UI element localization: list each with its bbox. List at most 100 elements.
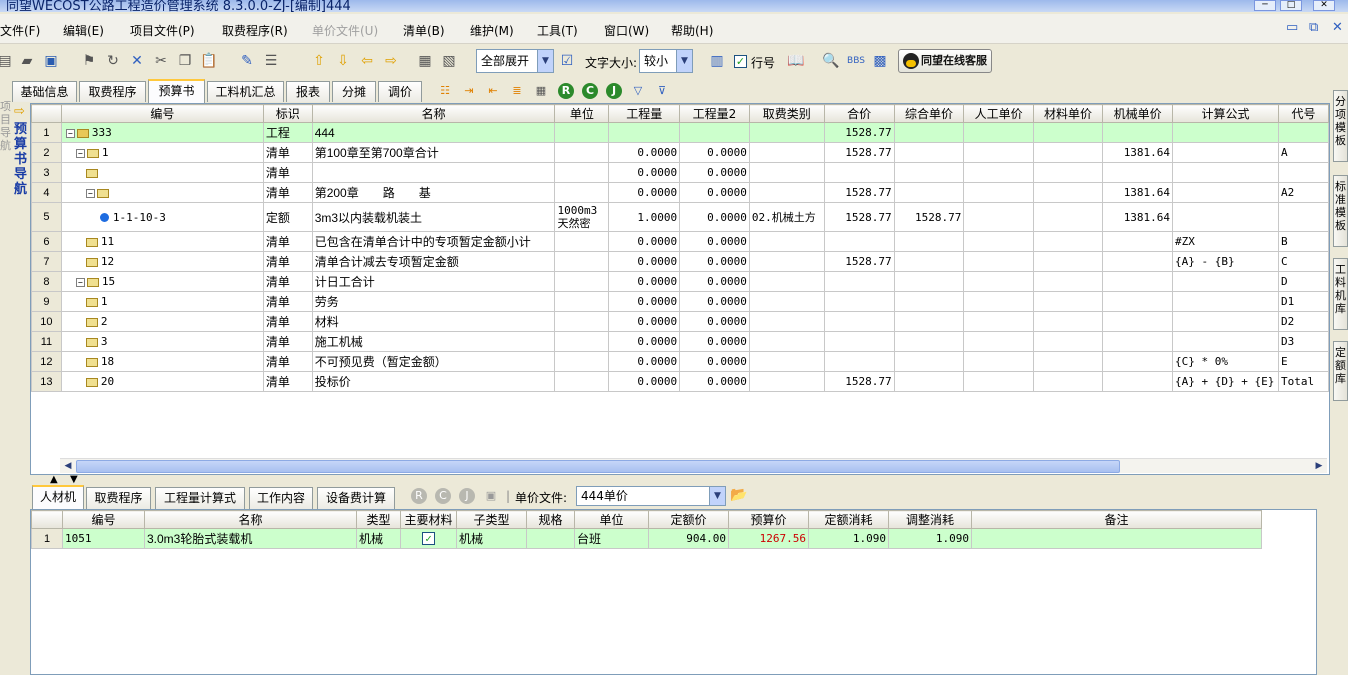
cell-qty2[interactable]: 0.0000 xyxy=(679,311,750,332)
table-row[interactable]: 6 11 清单 已包含在清单合计中的专项暂定金额小计 0.0000 0.0000 #ZX B xyxy=(31,231,1329,252)
cell-formula[interactable]: {C} * 0% xyxy=(1172,351,1280,372)
tree-icon[interactable]: ☷ xyxy=(437,83,453,99)
menu-maintain[interactable]: 维护(M) xyxy=(470,22,514,39)
res-col-code[interactable]: 编号 xyxy=(62,510,145,529)
cell-unit-price[interactable] xyxy=(893,331,965,352)
cell-fee-type[interactable] xyxy=(748,122,825,143)
cell-formula[interactable] xyxy=(1172,311,1280,332)
c-circle-icon[interactable]: C xyxy=(582,83,598,99)
mdi-minimize-icon[interactable]: ▭ xyxy=(1286,20,1298,35)
cut-icon[interactable]: ✂ xyxy=(152,52,170,70)
tab-fee-program[interactable]: 取费程序 xyxy=(79,81,146,102)
indent-left-icon[interactable]: ⇦ xyxy=(358,52,376,70)
cell-formula[interactable] xyxy=(1172,331,1280,352)
cell-machine-price[interactable]: 1381.64 xyxy=(1102,182,1174,203)
cell-total[interactable]: 1528.77 xyxy=(823,371,895,392)
cell-name[interactable]: 材料 xyxy=(311,311,556,332)
col-header-qty2[interactable]: 工程量2 xyxy=(679,104,750,123)
table-row[interactable]: 8 − 15 清单 计日工合计 0.0000 0.0000 D xyxy=(31,271,1329,292)
cell-cd[interactable] xyxy=(1278,162,1329,183)
r-circle-icon[interactable]: R xyxy=(558,83,574,99)
cell-material-price[interactable] xyxy=(1032,231,1104,252)
cell-formula[interactable]: #ZX xyxy=(1172,231,1280,252)
table-row[interactable]: 5 1-1-10-3 定额 3m3以内装载机装土 1000m3天然密 1.0000 0.00… xyxy=(31,202,1329,232)
cell-material-price[interactable] xyxy=(1032,351,1104,372)
main-material-checkbox[interactable]: ✓ xyxy=(422,532,435,545)
online-service-button[interactable]: 同望在线客服 xyxy=(898,49,992,73)
move-down-icon[interactable]: ⇩ xyxy=(334,52,352,70)
cell-machine-price[interactable] xyxy=(1102,122,1174,143)
cell-total[interactable]: 1528.77 xyxy=(823,202,895,232)
cell-unit[interactable] xyxy=(554,142,610,163)
c-gray-icon[interactable]: C xyxy=(435,488,451,504)
list-icon[interactable]: ☰ xyxy=(262,52,280,70)
cell-total[interactable] xyxy=(823,331,895,352)
cell-code[interactable]: 18 xyxy=(60,351,264,372)
col-header-material-price[interactable]: 材料单价 xyxy=(1032,104,1104,123)
cell-qty[interactable] xyxy=(608,122,681,143)
cell-name[interactable]: 3m3以内装载机装土 xyxy=(311,202,556,232)
cell-name[interactable]: 第100章至第700章合计 xyxy=(311,142,556,163)
cell-qty2[interactable] xyxy=(679,122,750,143)
cell-unit[interactable] xyxy=(554,331,610,352)
cell-total[interactable]: 1528.77 xyxy=(823,251,895,272)
cell-tag[interactable]: 清单 xyxy=(262,291,313,312)
cell-labor-price[interactable] xyxy=(963,271,1034,292)
col-header-total[interactable]: 合价 xyxy=(823,104,895,123)
tab-material-library[interactable]: 工料机库 xyxy=(1333,258,1348,330)
table-row[interactable]: 9 1 清单 劳务 0.0000 0.0000 D1 xyxy=(31,291,1329,312)
menu-unit-price-file[interactable]: 单价文件(U) xyxy=(312,22,378,39)
cell-total[interactable] xyxy=(823,271,895,292)
cell-formula[interactable]: {A} - {B} xyxy=(1172,251,1280,272)
cell-qty[interactable]: 0.0000 xyxy=(608,351,681,372)
tab-equipment-cost[interactable]: 设备费计算 xyxy=(317,487,395,509)
cell-code[interactable]: 3 xyxy=(60,331,264,352)
cell-qty[interactable]: 0.0000 xyxy=(608,231,681,252)
budget-grid[interactable]: 编号 标识 名称 单位 工程量 工程量2 取费类别 合价 综合单价 人工单价 材… xyxy=(30,103,1330,475)
cell-labor-price[interactable] xyxy=(963,291,1034,312)
cell-tag[interactable]: 清单 xyxy=(262,311,313,332)
cell-machine-price[interactable] xyxy=(1102,291,1174,312)
menu-edit[interactable]: 编辑(E) xyxy=(63,22,104,39)
tab-budget-book[interactable]: 预算书 xyxy=(148,79,205,103)
cell-unit-price[interactable] xyxy=(893,142,965,163)
col-header-unit[interactable]: 单位 xyxy=(554,104,610,123)
row-number[interactable]: 7 xyxy=(31,251,62,272)
report-icon[interactable]: ▧ xyxy=(440,52,458,70)
cell-code[interactable]: 11 xyxy=(60,231,264,252)
cell-unit-price[interactable] xyxy=(893,162,965,183)
cell-qty2[interactable]: 0.0000 xyxy=(679,371,750,392)
insert-row-icon[interactable]: ⇥ xyxy=(461,83,477,99)
budget-navigation-panel[interactable]: ⇨ 预算书导航 项目导航 xyxy=(0,100,30,200)
menu-help[interactable]: 帮助(H) xyxy=(671,22,713,39)
cell-tag[interactable]: 清单 xyxy=(262,182,313,203)
cell-name[interactable]: 444 xyxy=(311,122,556,143)
res-col-remark[interactable]: 备注 xyxy=(971,510,1262,529)
cell-tag[interactable]: 清单 xyxy=(262,142,313,163)
res-cell-unit[interactable]: 台班 xyxy=(574,528,649,549)
cell-qty2[interactable]: 0.0000 xyxy=(679,351,750,372)
cell-machine-price[interactable] xyxy=(1102,371,1174,392)
cell-fee-type[interactable] xyxy=(748,182,825,203)
cell-unit[interactable] xyxy=(554,311,610,332)
open-folder-icon[interactable]: ▰ xyxy=(18,52,36,70)
cell-fee-type[interactable] xyxy=(748,271,825,292)
cell-formula[interactable] xyxy=(1172,162,1280,183)
cell-unit[interactable] xyxy=(554,162,610,183)
cell-machine-price[interactable] xyxy=(1102,331,1174,352)
menu-fee-program[interactable]: 取费程序(R) xyxy=(222,22,288,39)
res-cell-quota-use[interactable]: 1.090 xyxy=(808,528,889,549)
cell-machine-price[interactable] xyxy=(1102,162,1174,183)
res-col-subtype[interactable]: 子类型 xyxy=(456,510,527,529)
maximize-icon[interactable]: □ xyxy=(1280,0,1302,11)
cell-labor-price[interactable] xyxy=(963,142,1034,163)
resource-row[interactable]: 1 1051 3.0m3轮胎式装载机 机械 ✓ 机械 台班 904.00 1267.56 1.09… xyxy=(31,528,1262,549)
col-header-tag[interactable]: 标识 xyxy=(262,104,313,123)
clear-filter-icon[interactable]: ⊽ xyxy=(654,83,670,99)
cell-machine-price[interactable] xyxy=(1102,231,1174,252)
col-header-cd[interactable]: 代号 xyxy=(1278,104,1329,123)
cell-material-price[interactable] xyxy=(1032,371,1104,392)
cell-unit[interactable] xyxy=(554,231,610,252)
cell-code[interactable]: − 15 xyxy=(60,271,264,292)
cell-material-price[interactable] xyxy=(1032,271,1104,292)
